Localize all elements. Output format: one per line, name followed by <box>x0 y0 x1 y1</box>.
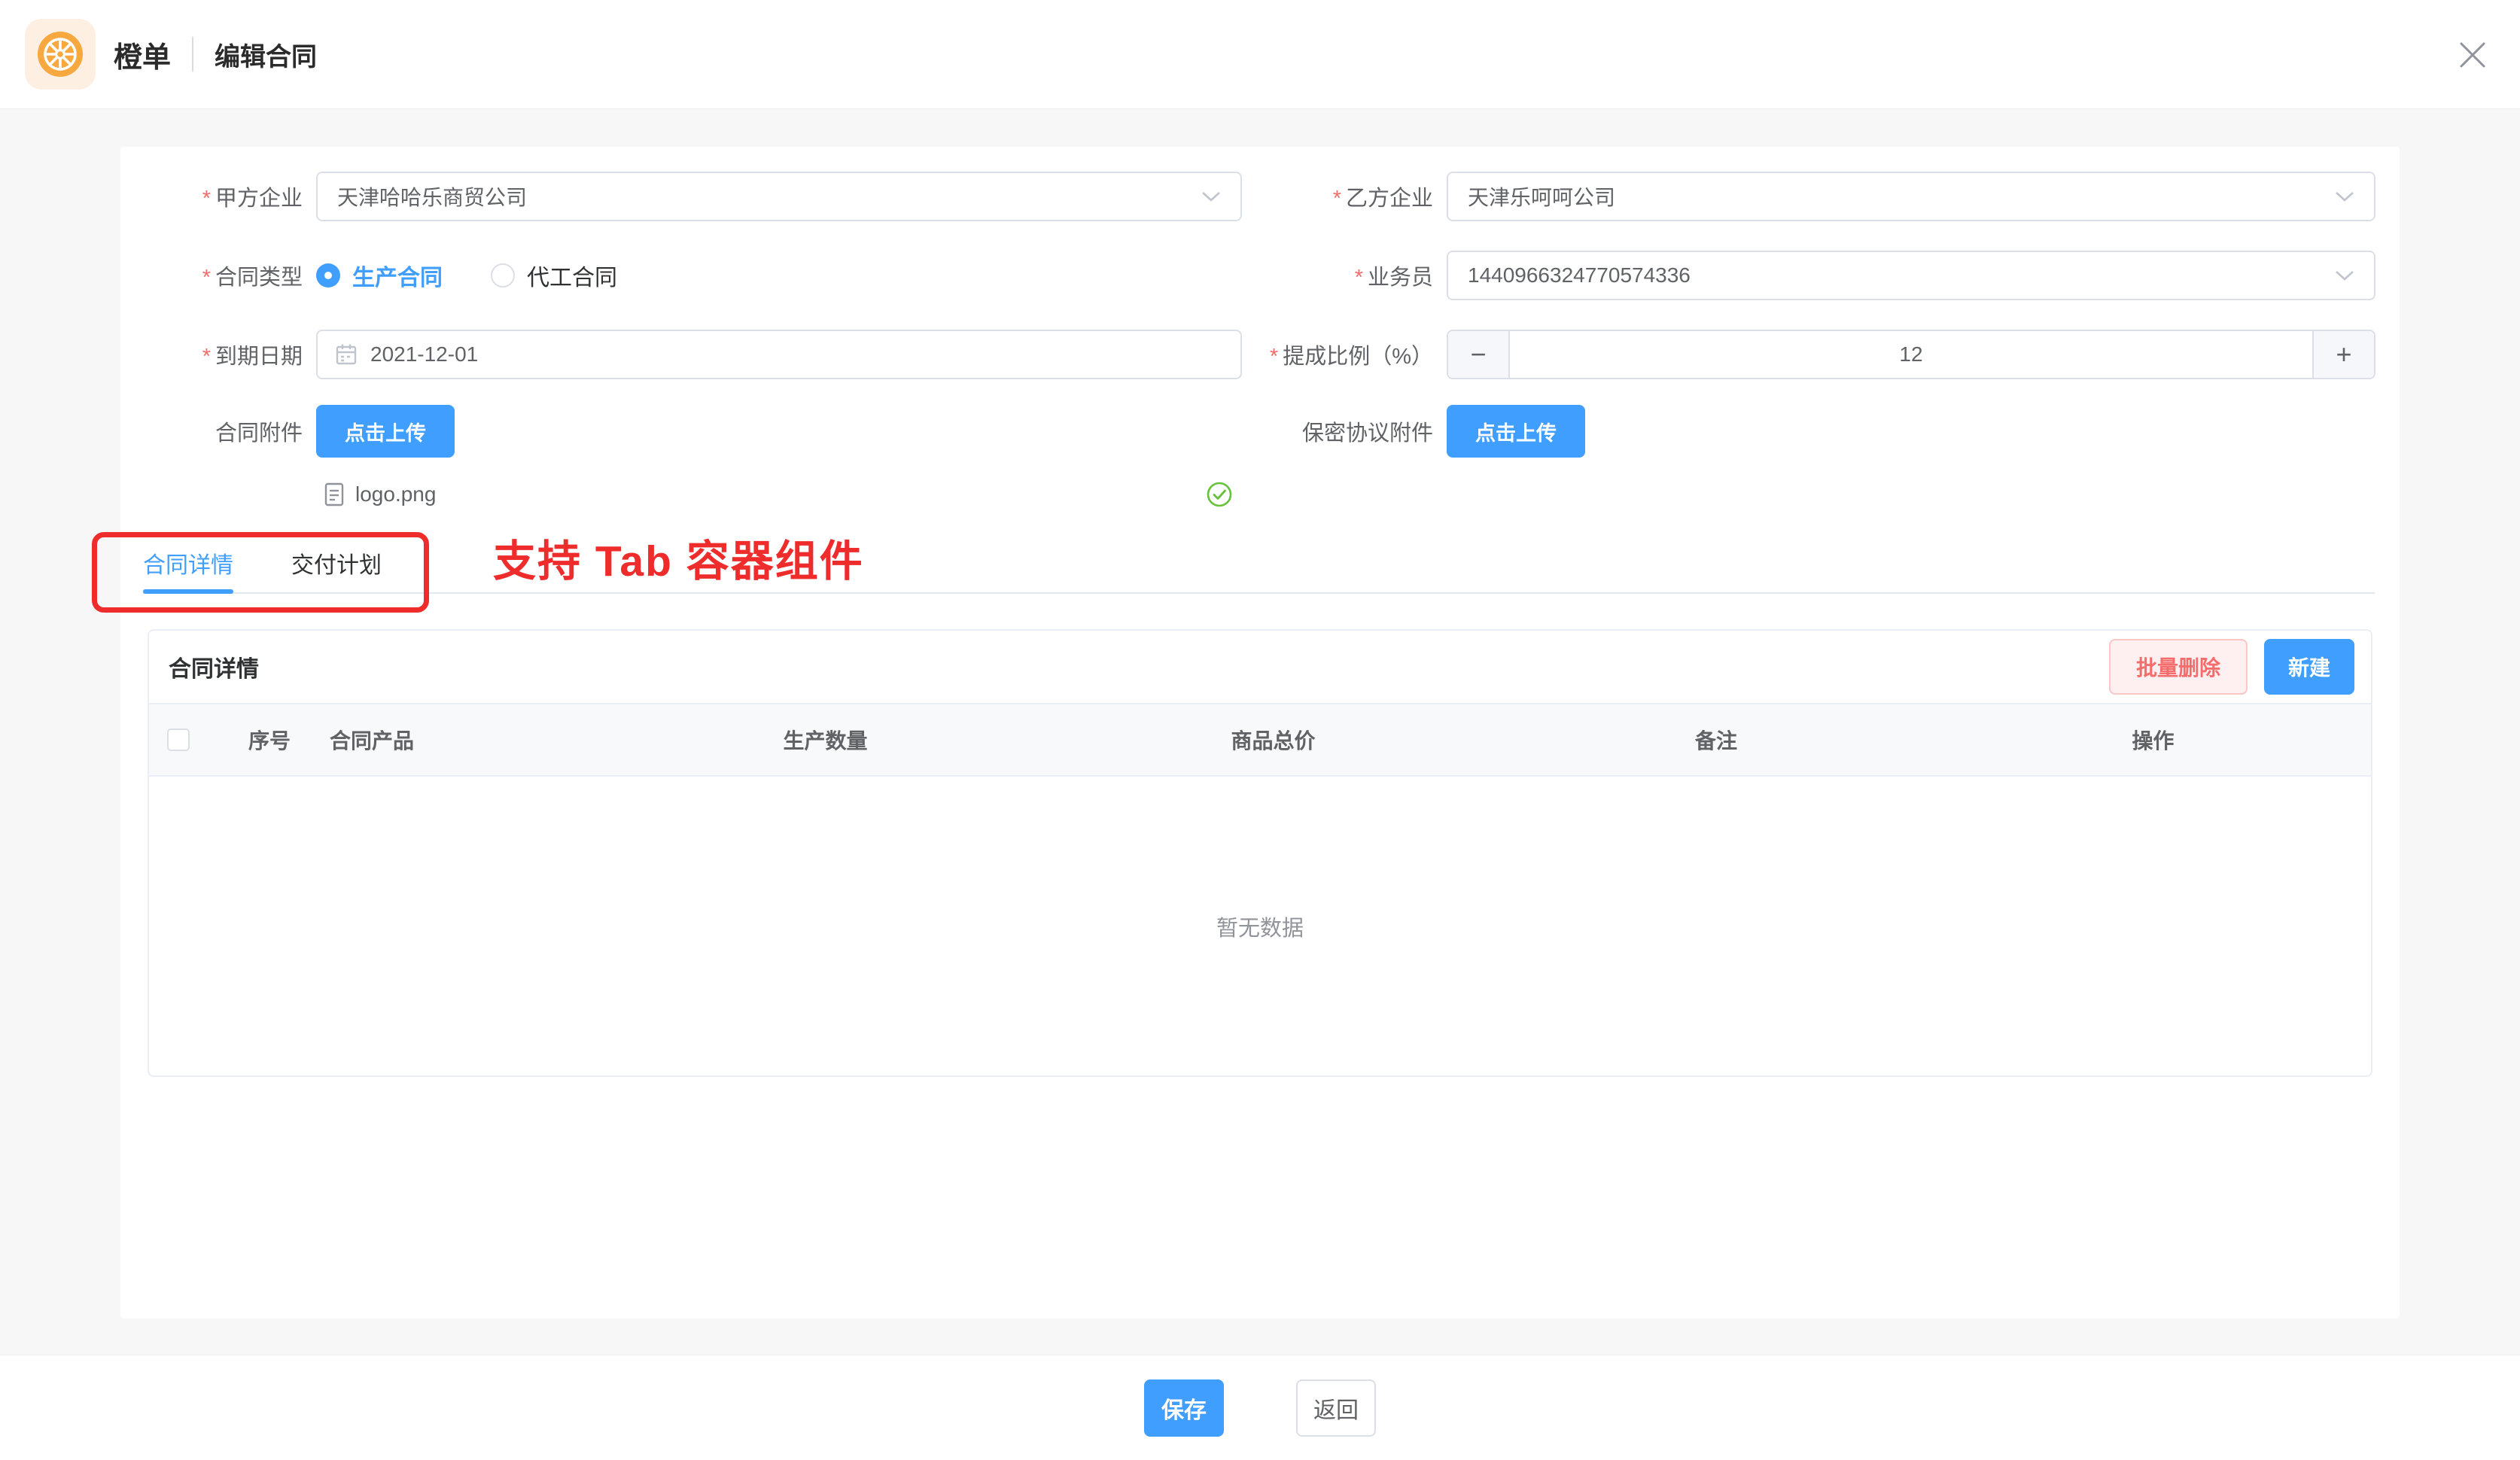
calendar-icon <box>334 342 358 367</box>
titlebar: 橙单 编辑合同 <box>0 0 2520 109</box>
close-icon[interactable] <box>2455 38 2490 72</box>
footer-action-bar: 保存 返回 <box>0 1355 2520 1460</box>
radio-unchecked-icon <box>491 263 515 287</box>
app-name: 橙单 <box>114 34 171 75</box>
page-title: 编辑合同 <box>215 36 317 73</box>
chevron-down-icon <box>2335 191 2354 202</box>
panel-title: 合同详情 <box>169 650 259 683</box>
nda-attachment-label: *保密协议附件 <box>1242 415 1447 447</box>
column-header-quantity: 生产数量 <box>601 725 1049 755</box>
party-b-value: 天津乐呵呵公司 <box>1468 181 1615 211</box>
edit-contract-card: *甲方企业 天津哈哈乐商贸公司 *乙方企业 天津乐呵呵公司 <box>120 147 2400 1319</box>
party-a-label: *甲方企业 <box>120 181 316 212</box>
chevron-down-icon <box>2335 270 2354 281</box>
column-header-product: 合同产品 <box>312 725 601 755</box>
form-row-4: *合同附件 点击上传 *保密协议附件 点击上传 <box>120 405 2400 458</box>
contract-type-radio-group: 生产合同 代工合同 <box>316 259 617 292</box>
contract-details-panel: 合同详情 批量删除 新建 序号 合同产品 生产数量 商品总价 备注 操作 <box>148 629 2372 1077</box>
select-all-checkbox[interactable] <box>167 728 190 751</box>
table-body: 暂无数据 <box>149 777 2371 1075</box>
decrease-button[interactable]: − <box>1448 331 1510 378</box>
radio-label: 生产合同 <box>352 259 443 292</box>
radio-oem-contract[interactable]: 代工合同 <box>491 259 617 292</box>
radio-production-contract[interactable]: 生产合同 <box>316 259 443 292</box>
column-header-remark: 备注 <box>1497 725 1935 755</box>
contract-type-label: *合同类型 <box>120 260 316 291</box>
plus-icon: + <box>2336 339 2351 370</box>
minus-icon: − <box>1470 339 1486 370</box>
column-header-operations: 操作 <box>1935 725 2371 755</box>
batch-delete-button[interactable]: 批量删除 <box>2109 639 2248 695</box>
panel-actions: 批量删除 新建 <box>2109 639 2354 695</box>
form-row-3: *到期日期 2021-12-01 <box>120 330 2400 379</box>
app-window: 橙单 编辑合同 *甲方企业 天津哈哈乐商贸公司 <box>0 0 2520 1460</box>
party-b-label: *乙方企业 <box>1242 181 1447 212</box>
expire-date-value: 2021-12-01 <box>370 342 478 367</box>
uploaded-file-item[interactable]: logo.png <box>324 477 1240 512</box>
empty-state-text: 暂无数据 <box>1216 911 1304 942</box>
required-asterisk: * <box>202 266 211 290</box>
table-header-row: 序号 合同产品 生产数量 商品总价 备注 操作 <box>149 704 2371 777</box>
contract-upload-button[interactable]: 点击上传 <box>316 405 455 458</box>
radio-checked-icon <box>316 263 340 287</box>
document-icon <box>324 482 345 506</box>
commission-stepper: − 12 + <box>1447 330 2375 379</box>
tab-contract-details[interactable]: 合同详情 <box>143 534 233 592</box>
page-background: *甲方企业 天津哈哈乐商贸公司 *乙方企业 天津乐呵呵公司 <box>0 109 2520 1355</box>
back-button[interactable]: 返回 <box>1296 1379 1376 1437</box>
chevron-down-icon <box>1201 191 1221 202</box>
commission-label: *提成比例（%） <box>1242 339 1447 370</box>
save-button[interactable]: 保存 <box>1144 1379 1224 1437</box>
salesman-label: *业务员 <box>1242 260 1447 291</box>
column-header-index: 序号 <box>227 725 312 755</box>
tab-delivery-plan[interactable]: 交付计划 <box>291 534 382 592</box>
contract-form: *甲方企业 天津哈哈乐商贸公司 *乙方企业 天津乐呵呵公司 <box>120 147 2400 512</box>
app-logo-icon <box>25 19 96 90</box>
increase-button[interactable]: + <box>2312 331 2374 378</box>
file-name: logo.png <box>355 482 436 506</box>
upload-success-check-icon <box>1206 481 1233 508</box>
commission-value[interactable]: 12 <box>1510 342 2312 367</box>
salesman-select[interactable]: 1440966324770574336 <box>1447 251 2375 300</box>
radio-label: 代工合同 <box>527 259 617 292</box>
orange-slice-icon <box>35 29 85 79</box>
column-header-total-price: 商品总价 <box>1049 725 1497 755</box>
form-row-2: *合同类型 生产合同 代工合同 <box>120 251 2400 300</box>
required-asterisk: * <box>202 345 211 369</box>
expire-date-label: *到期日期 <box>120 339 316 370</box>
required-asterisk: * <box>1270 345 1278 369</box>
party-a-select[interactable]: 天津哈哈乐商贸公司 <box>316 172 1242 221</box>
panel-header: 合同详情 批量删除 新建 <box>149 631 2371 704</box>
party-b-select[interactable]: 天津乐呵呵公司 <box>1447 172 2375 221</box>
required-asterisk: * <box>1333 187 1341 211</box>
party-a-value: 天津哈哈乐商贸公司 <box>337 181 527 211</box>
title-divider <box>192 37 193 71</box>
tab-bar: 合同详情 交付计划 <box>143 534 2375 594</box>
required-asterisk: * <box>1355 266 1363 290</box>
nda-upload-button[interactable]: 点击上传 <box>1447 405 1585 458</box>
required-asterisk: * <box>202 187 211 211</box>
form-row-1: *甲方企业 天津哈哈乐商贸公司 *乙方企业 天津乐呵呵公司 <box>120 172 2400 221</box>
contract-attachment-label: *合同附件 <box>120 415 316 447</box>
create-button[interactable]: 新建 <box>2264 639 2354 695</box>
expire-date-input[interactable]: 2021-12-01 <box>316 330 1242 379</box>
salesman-value: 1440966324770574336 <box>1468 263 1691 287</box>
